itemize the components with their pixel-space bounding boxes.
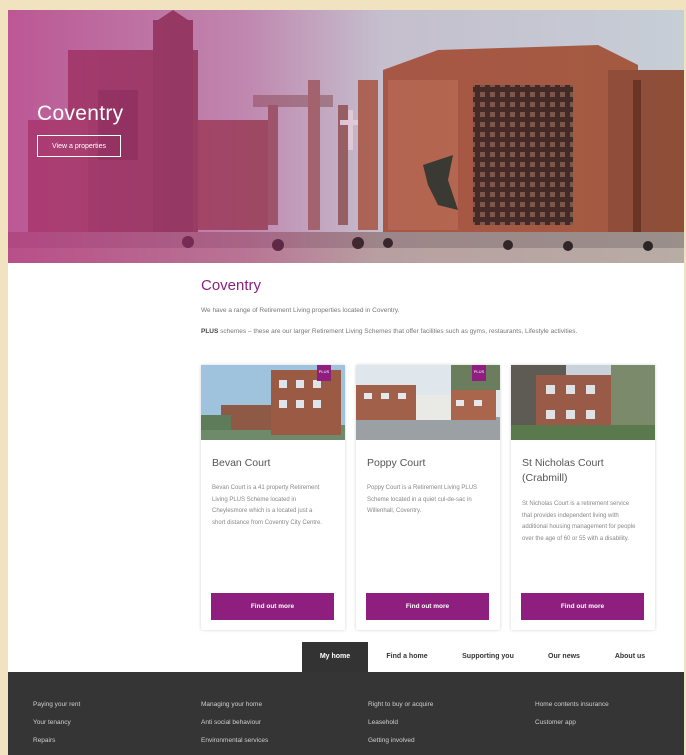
footer-link[interactable]: Customer app: [535, 718, 609, 736]
footer-link[interactable]: Managing your home: [201, 700, 268, 718]
card-title[interactable]: St Nicholas Court (Crabmill): [522, 456, 647, 486]
main-nav: My home Find a home Supporting you Our n…: [8, 642, 684, 672]
footer-column: Right to buy or acquire Leasehold Gettin…: [368, 700, 433, 754]
plus-badge: PLUS: [317, 365, 331, 381]
footer-link[interactable]: Your tenancy: [33, 718, 80, 736]
footer-column: Managing your home Anti social behaviour…: [201, 700, 268, 754]
property-image[interactable]: PLUS: [201, 365, 345, 440]
card-title[interactable]: Bevan Court: [212, 456, 337, 471]
hero-banner: Coventry View a properties: [8, 10, 684, 263]
nav-our-news[interactable]: Our news: [536, 642, 592, 672]
footer-link[interactable]: Leasehold: [368, 718, 433, 736]
property-card: St Nicholas Court (Crabmill) St Nicholas…: [511, 365, 655, 630]
nav-about-us[interactable]: About us: [600, 642, 660, 672]
find-out-more-button[interactable]: Find out more: [366, 593, 489, 620]
footer-column: Home contents insurance Customer app: [535, 700, 609, 736]
card-title[interactable]: Poppy Court: [367, 456, 492, 471]
view-properties-button[interactable]: View a properties: [37, 135, 121, 157]
nav-my-home[interactable]: My home: [302, 642, 368, 672]
card-description: Bevan Court is a 41 property Retirement …: [212, 485, 323, 526]
card-description: Poppy Court is a Retirement Living PLUS …: [367, 485, 478, 515]
property-image[interactable]: [511, 365, 655, 440]
plus-badge: PLUS: [472, 365, 486, 381]
property-card: PLUS Bevan Court Bevan Court is a 41 pro…: [201, 365, 345, 630]
footer-column: Paying your rent Your tenancy Repairs: [33, 700, 80, 754]
hero-title: Coventry: [37, 102, 124, 125]
page-title: Coventry: [201, 277, 262, 294]
footer: Paying your rent Your tenancy Repairs Ma…: [8, 672, 684, 755]
footer-link[interactable]: Getting involved: [368, 736, 433, 754]
nav-find-a-home[interactable]: Find a home: [372, 642, 442, 672]
footer-link[interactable]: Environmental services: [201, 736, 268, 754]
footer-link[interactable]: Repairs: [33, 736, 80, 754]
nav-supporting-you[interactable]: Supporting you: [448, 642, 528, 672]
footer-link[interactable]: Anti social behaviour: [201, 718, 268, 736]
property-card: PLUS Poppy Court Poppy Court is a Retire…: [356, 365, 500, 630]
find-out-more-button[interactable]: Find out more: [211, 593, 334, 620]
plus-text: schemes – these are our larger Retiremen…: [218, 328, 578, 335]
plus-label: PLUS: [201, 328, 219, 335]
page: Coventry View a properties Coventry We h…: [8, 10, 684, 755]
property-image[interactable]: PLUS: [356, 365, 500, 440]
st-nicholas-court-photo: [511, 365, 655, 440]
card-description: St Nicholas Court is a retirement servic…: [522, 501, 636, 542]
footer-link[interactable]: Paying your rent: [33, 700, 80, 718]
plus-description: PLUS schemes – these are our larger Reti…: [201, 327, 656, 337]
footer-link[interactable]: Home contents insurance: [535, 700, 609, 718]
intro-text: We have a range of Retirement Living pro…: [201, 307, 400, 314]
find-out-more-button[interactable]: Find out more: [521, 593, 644, 620]
footer-link[interactable]: Right to buy or acquire: [368, 700, 433, 718]
